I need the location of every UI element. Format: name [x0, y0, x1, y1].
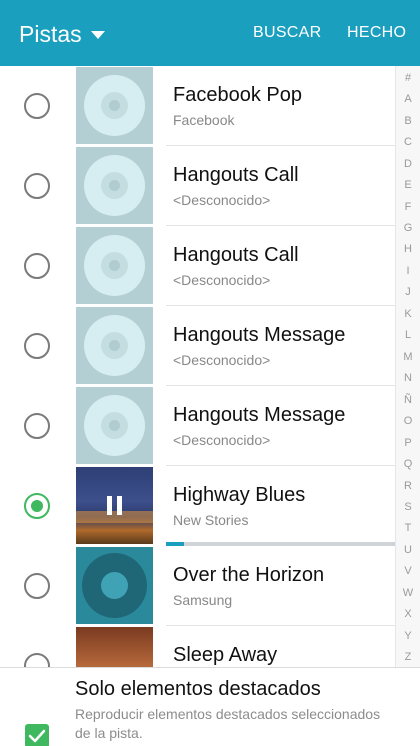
track-row-2[interactable]: Hangouts Call <Desconocido>	[0, 146, 395, 226]
radio-unchecked-icon[interactable]	[24, 573, 50, 599]
index-letter[interactable]: Q	[396, 457, 420, 471]
index-letter[interactable]: K	[396, 307, 420, 321]
track-artist: Facebook	[173, 112, 235, 128]
radio-unchecked-icon[interactable]	[24, 413, 50, 439]
index-letter[interactable]: A	[396, 92, 420, 106]
track-artist: <Desconocido>	[173, 192, 271, 208]
radio-checked-icon[interactable]	[24, 493, 50, 519]
album-art-placeholder	[76, 147, 153, 224]
checkbox-checked-icon[interactable]	[25, 724, 49, 746]
index-letter[interactable]: W	[396, 586, 420, 600]
track-artist: New Stories	[173, 512, 249, 528]
done-button[interactable]: HECHO	[347, 22, 406, 44]
index-letter[interactable]: N	[396, 371, 420, 385]
album-art-highway-blues	[76, 467, 153, 544]
caret-down-icon	[90, 31, 105, 39]
alphabet-index[interactable]: # A B C D E F G H I J K L M N Ñ O P Q R S T U V W X Y Z	[395, 66, 420, 667]
index-letter[interactable]: V	[396, 564, 420, 578]
track-row-5[interactable]: Hangouts Message <Desconocido>	[0, 386, 395, 466]
album-art-placeholder	[76, 227, 153, 304]
track-title: Hangouts Message	[173, 404, 346, 426]
index-letter[interactable]: E	[396, 178, 420, 192]
index-letter[interactable]: R	[396, 479, 420, 493]
index-letter[interactable]: T	[396, 521, 420, 535]
track-row-6[interactable]: Highway Blues New Stories	[0, 466, 395, 546]
radio-unchecked-icon[interactable]	[24, 173, 50, 199]
radio-unchecked-icon[interactable]	[24, 653, 50, 667]
radio-unchecked-icon[interactable]	[24, 333, 50, 359]
track-title: Over the Horizon	[173, 564, 325, 586]
index-letter[interactable]: D	[396, 157, 420, 171]
album-art-sleep-away	[76, 627, 153, 667]
track-row-7[interactable]: Over the Horizon Samsung	[0, 546, 395, 626]
index-letter[interactable]: H	[396, 242, 420, 256]
highlights-option: Solo elementos destacados Reproducir ele…	[0, 667, 420, 746]
index-letter[interactable]: F	[396, 200, 420, 214]
search-button[interactable]: BUSCAR	[253, 22, 321, 44]
track-list[interactable]: Facebook Pop Facebook Hangouts Call <Des…	[0, 66, 395, 667]
index-letter[interactable]: Z	[396, 650, 420, 664]
index-letter[interactable]: M	[396, 350, 420, 364]
index-letter[interactable]: #	[396, 71, 420, 85]
track-title: Hangouts Call	[173, 244, 299, 266]
track-artist: <Desconocido>	[173, 272, 271, 288]
track-artist: <Desconocido>	[173, 352, 271, 368]
track-title: Hangouts Message	[173, 324, 346, 346]
album-art-over-the-horizon	[76, 547, 153, 624]
highlights-title: Solo elementos destacados	[75, 678, 321, 700]
album-art-placeholder	[76, 67, 153, 144]
album-art-placeholder	[76, 307, 153, 384]
index-letter[interactable]: J	[396, 285, 420, 299]
tracks-dropdown[interactable]: Pistas	[19, 18, 105, 50]
pause-icon[interactable]	[107, 496, 123, 515]
track-row-1[interactable]: Facebook Pop Facebook	[0, 66, 395, 146]
index-letter[interactable]: X	[396, 607, 420, 621]
index-letter[interactable]: L	[396, 328, 420, 342]
track-title: Highway Blues	[173, 484, 306, 506]
index-letter[interactable]: G	[396, 221, 420, 235]
index-letter[interactable]: O	[396, 414, 420, 428]
index-letter[interactable]: Ñ	[396, 393, 420, 407]
index-letter[interactable]: U	[396, 543, 420, 557]
track-title: Facebook Pop	[173, 84, 302, 106]
page-title: Pistas	[19, 21, 82, 47]
track-row-4[interactable]: Hangouts Message <Desconocido>	[0, 306, 395, 386]
album-art-placeholder	[76, 387, 153, 464]
index-letter[interactable]: C	[396, 135, 420, 149]
track-row-8[interactable]: Sleep Away	[0, 626, 395, 667]
index-letter[interactable]: S	[396, 500, 420, 514]
radio-unchecked-icon[interactable]	[24, 253, 50, 279]
radio-unchecked-icon[interactable]	[24, 93, 50, 119]
track-title: Sleep Away	[173, 644, 278, 666]
index-letter[interactable]: B	[396, 114, 420, 128]
track-artist: Samsung	[173, 592, 233, 608]
index-letter[interactable]: I	[396, 264, 420, 278]
index-letter[interactable]: Y	[396, 629, 420, 643]
highlights-description: Reproducir elementos destacados seleccio…	[75, 706, 381, 741]
track-row-3[interactable]: Hangouts Call <Desconocido>	[0, 226, 395, 306]
track-artist: <Desconocido>	[173, 432, 271, 448]
track-title: Hangouts Call	[173, 164, 299, 186]
app-bar: Pistas BUSCAR HECHO	[0, 0, 420, 66]
index-letter[interactable]: P	[396, 436, 420, 450]
